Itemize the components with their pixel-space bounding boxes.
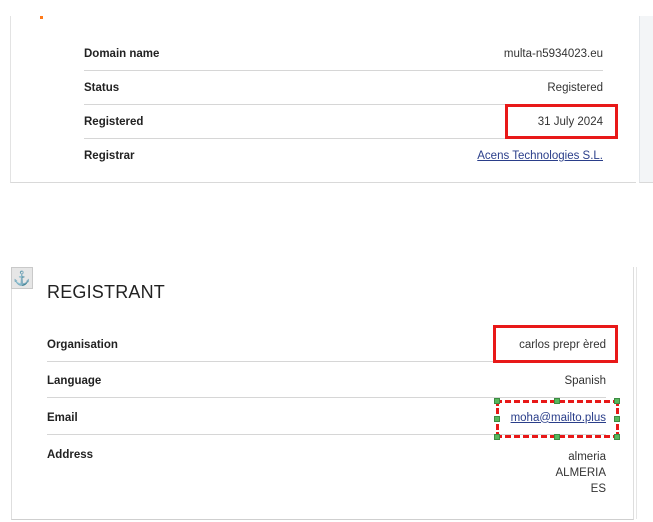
registered-label: Registered — [84, 115, 144, 128]
organisation-label: Organisation — [47, 338, 118, 351]
address-line: ES — [590, 483, 606, 495]
status-label: Status — [84, 81, 120, 94]
row-address: Address almeria ALMERIA ES — [47, 438, 606, 498]
registrar-link[interactable]: Acens Technologies S.L. — [477, 150, 603, 162]
registrant-title: REGISTRANT — [47, 282, 166, 302]
address-line: almeria — [568, 451, 606, 463]
registered-date-highlight — [505, 104, 618, 139]
language-label: Language — [47, 374, 102, 387]
email-selection-box[interactable] — [496, 400, 619, 438]
resize-handle[interactable] — [554, 434, 560, 440]
resize-handle[interactable] — [494, 398, 500, 404]
address-value: almeria ALMERIA ES — [556, 449, 607, 497]
domain-name-label: Domain name — [84, 47, 160, 60]
resize-handle[interactable] — [614, 434, 620, 440]
address-label: Address — [47, 449, 94, 461]
resize-handle[interactable] — [554, 398, 560, 404]
scrollbar-top[interactable] — [639, 16, 653, 183]
row-domain-name: Domain name multa-n5934023.eu — [84, 37, 603, 71]
email-label: Email — [47, 411, 78, 424]
registrar-label: Registrar — [84, 150, 135, 162]
status-value: Registered — [547, 81, 603, 94]
anchor-icon[interactable]: ⚓ — [11, 267, 33, 289]
address-line: ALMERIA — [555, 467, 607, 479]
accent-mark — [40, 16, 43, 19]
scrollbar-bottom[interactable] — [636, 267, 653, 519]
organisation-highlight — [493, 325, 618, 363]
row-language: Language Spanish — [47, 364, 606, 398]
resize-handle[interactable] — [614, 416, 620, 422]
language-value: Spanish — [564, 374, 606, 387]
domain-name-value: multa-n5934023.eu — [503, 47, 603, 60]
row-registrar: Registrar Acens Technologies S.L. — [84, 139, 603, 173]
resize-handle[interactable] — [494, 416, 500, 422]
resize-handle[interactable] — [614, 398, 620, 404]
resize-handle[interactable] — [494, 434, 500, 440]
row-status: Status Registered — [84, 71, 603, 105]
